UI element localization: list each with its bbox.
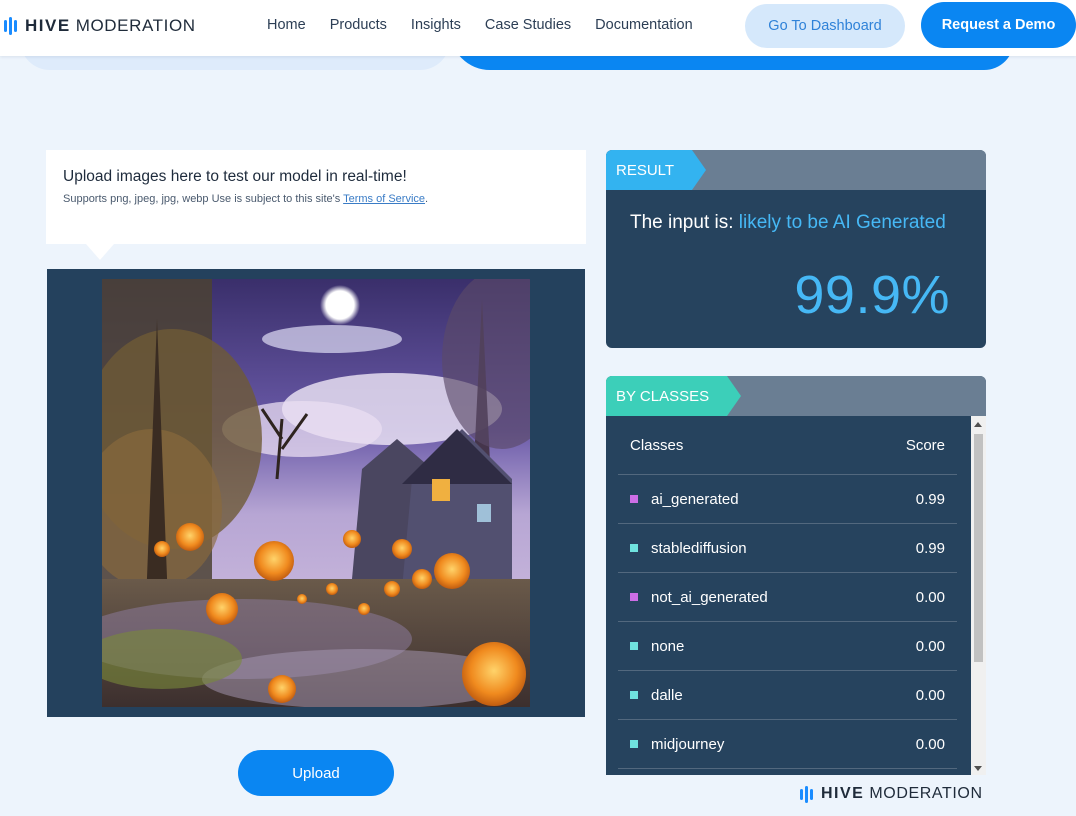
hive-logo-icon — [800, 785, 813, 803]
result-card-header: RESULT — [606, 150, 986, 190]
table-row: none 0.00 — [618, 622, 957, 671]
class-color-swatch-icon — [630, 544, 638, 552]
table-row: stablediffusion 0.99 — [618, 524, 957, 573]
request-demo-button[interactable]: Request a Demo — [921, 2, 1076, 48]
class-name: not_ai_generated — [651, 588, 768, 606]
logo-word-light: MODERATION — [75, 16, 196, 35]
classes-table: Classes Score ai_generated 0.99 stablediff… — [618, 416, 957, 769]
col-classes: Classes — [630, 436, 684, 454]
classes-table-header: Classes Score — [618, 416, 957, 475]
class-name: dalle — [651, 686, 683, 704]
by-classes-card: BY CLASSES Classes Score ai_generated 0.9… — [606, 376, 986, 775]
class-color-swatch-icon — [630, 740, 638, 748]
class-name: none — [651, 637, 685, 655]
class-name: midjourney — [651, 735, 725, 753]
class-score: 0.00 — [915, 588, 945, 606]
terms-of-service-link[interactable]: Terms of Service — [343, 193, 425, 205]
col-score: Score — [905, 436, 945, 454]
class-color-swatch-icon — [630, 495, 638, 503]
top-nav: HIVE MODERATION Home Products Insights C… — [0, 0, 1076, 56]
scroll-down-icon[interactable] — [974, 766, 982, 771]
image-preview-panel — [47, 269, 585, 717]
by-classes-header: BY CLASSES — [606, 376, 986, 416]
supported-formats-text: Supports png, jpeg, jpg, webp Use is sub… — [63, 193, 344, 205]
nav-insights[interactable]: Insights — [411, 17, 461, 33]
hive-logo[interactable]: HIVE MODERATION — [4, 16, 196, 36]
table-row: not_ai_generated 0.00 — [618, 573, 957, 622]
hive-logo-footer[interactable]: HIVE MODERATION — [800, 785, 983, 803]
scrollbar-thumb[interactable] — [974, 434, 983, 662]
class-score: 0.00 — [915, 735, 945, 753]
result-score: 99.9% — [794, 265, 950, 325]
result-prefix: The input is: — [630, 212, 739, 233]
result-tag: RESULT — [606, 150, 707, 190]
class-name: ai_generated — [651, 490, 739, 508]
result-verdict-line: The input is: likely to be AI Generated — [630, 212, 946, 234]
by-classes-tag: BY CLASSES — [606, 376, 742, 416]
class-color-swatch-icon — [630, 642, 638, 650]
class-color-swatch-icon — [630, 691, 638, 699]
table-row: midjourney 0.00 — [618, 720, 957, 769]
terms-suffix: . — [425, 193, 429, 205]
table-row: dalle 0.00 — [618, 671, 957, 720]
class-score: 0.99 — [915, 539, 945, 557]
class-score: 0.00 — [915, 686, 945, 704]
table-row: ai_generated 0.99 — [618, 475, 957, 524]
upload-note: Upload images here to test our model in … — [46, 150, 586, 260]
upload-button[interactable]: Upload — [238, 750, 394, 796]
nav-documentation[interactable]: Documentation — [595, 17, 693, 33]
upload-note-sub: Supports png, jpeg, jpg, webp Use is sub… — [63, 193, 569, 205]
class-color-swatch-icon — [630, 593, 638, 601]
scroll-up-icon[interactable] — [974, 422, 982, 427]
halloween-scene-image — [102, 279, 530, 707]
go-to-dashboard-button[interactable]: Go To Dashboard — [745, 4, 905, 48]
logo-word-bold: HIVE — [821, 785, 865, 802]
nav-products[interactable]: Products — [330, 17, 387, 33]
logo-word-light: MODERATION — [869, 785, 983, 802]
nav-case-studies[interactable]: Case Studies — [485, 17, 571, 33]
logo-word-bold: HIVE — [25, 16, 71, 35]
nav-home[interactable]: Home — [267, 17, 306, 33]
result-verdict: likely to be AI Generated — [738, 212, 946, 233]
class-name: stablediffusion — [651, 539, 747, 557]
class-score: 0.00 — [915, 637, 945, 655]
main-menu: Home Products Insights Case Studies Docu… — [267, 17, 693, 33]
class-score: 0.99 — [915, 490, 945, 508]
classes-scrollbar[interactable] — [971, 416, 986, 775]
hive-logo-icon — [4, 17, 17, 35]
result-card: RESULT The input is: likely to be AI Gen… — [606, 150, 986, 348]
upload-note-title: Upload images here to test our model in … — [63, 168, 407, 185]
